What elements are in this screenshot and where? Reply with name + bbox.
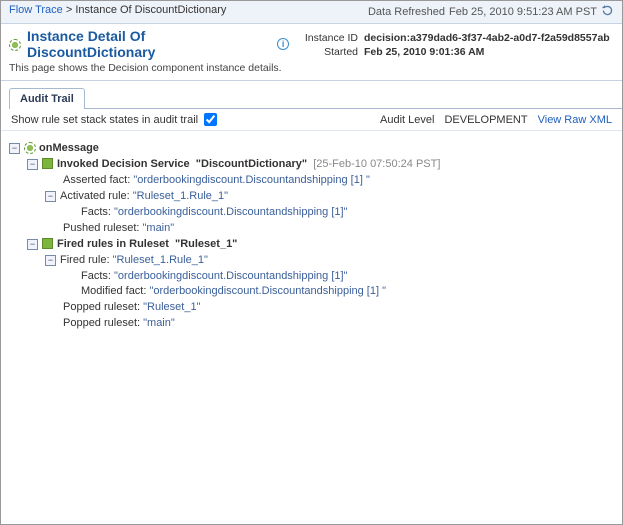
tab-bar: Audit Trail	[9, 87, 622, 109]
page-subtitle: This page shows the Decision component i…	[9, 62, 289, 74]
audit-level-label: Audit Level	[380, 114, 434, 126]
popped-ruleset-value: "main"	[143, 316, 175, 332]
flow-trace-link[interactable]: Flow Trace	[9, 4, 63, 16]
onmessage-node[interactable]: onMessage	[39, 141, 99, 157]
invoked-name: "DiscountDictionary"	[196, 157, 307, 173]
top-bar: Flow Trace > Instance Of DiscountDiction…	[1, 1, 622, 24]
fired-rule-label: Fired rule:	[60, 253, 110, 269]
breadcrumb-current: Instance Of DiscountDictionary	[75, 4, 226, 16]
service-icon	[42, 158, 53, 169]
breadcrumb: Flow Trace > Instance Of DiscountDiction…	[9, 4, 226, 20]
header: Instance Detail Of DiscountDictionary i …	[1, 24, 622, 81]
fired-rules-label: Fired rules in Ruleset	[57, 237, 169, 253]
modified-fact-label: Modified fact:	[81, 284, 146, 300]
asserted-fact-label: Asserted fact:	[63, 173, 130, 189]
popped-ruleset-value: "Ruleset_1"	[143, 300, 200, 316]
invoked-timestamp: [25-Feb-10 07:50:24 PST]	[313, 157, 440, 173]
breadcrumb-sep: >	[66, 4, 72, 16]
page-title: Instance Detail Of DiscountDictionary	[27, 28, 271, 60]
audit-tree: − onMessage − Invoked Decision Service "…	[1, 131, 622, 342]
collapse-icon[interactable]: −	[27, 159, 38, 170]
collapse-icon[interactable]: −	[27, 239, 38, 250]
collapse-icon[interactable]: −	[9, 143, 20, 154]
facts-label: Facts:	[81, 205, 111, 221]
started-value: Feb 25, 2010 9:01:36 AM	[364, 46, 484, 58]
collapse-icon[interactable]: −	[45, 191, 56, 202]
view-raw-xml-link[interactable]: View Raw XML	[538, 114, 612, 126]
gear-icon	[24, 142, 36, 154]
popped-ruleset-label: Popped ruleset:	[63, 300, 140, 316]
activated-rule-label: Activated rule:	[60, 189, 130, 205]
collapse-icon[interactable]: −	[45, 255, 56, 266]
started-label: Started	[289, 46, 364, 58]
pushed-ruleset-value: "main"	[143, 221, 175, 237]
facts-value: "orderbookingdiscount.Discountandshippin…	[114, 269, 347, 285]
invoked-label: Invoked Decision Service	[57, 157, 190, 173]
facts-label: Facts:	[81, 269, 111, 285]
instance-id-label: Instance ID	[289, 32, 364, 44]
instance-id-value: decision:a379dad6-3f37-4ab2-a0d7-f2a59d8…	[364, 32, 610, 44]
audit-level-value: DEVELOPMENT	[444, 114, 527, 126]
fired-rules-name: "Ruleset_1"	[175, 237, 237, 253]
tab-audit-trail[interactable]: Audit Trail	[9, 88, 85, 109]
activated-rule-value: "Ruleset_1.Rule_1"	[133, 189, 228, 205]
asserted-fact-value: "orderbookingdiscount.Discountandshippin…	[133, 173, 370, 189]
show-rule-label: Show rule set stack states in audit trai…	[11, 114, 198, 126]
show-rule-checkbox[interactable]	[204, 113, 217, 126]
modified-fact-value: "orderbookingdiscount.Discountandshippin…	[149, 284, 386, 300]
data-refreshed-value: Feb 25, 2010 9:51:23 AM PST	[449, 6, 597, 18]
audit-subbar: Show rule set stack states in audit trai…	[1, 109, 622, 131]
refresh-icon[interactable]	[601, 4, 614, 20]
facts-value: "orderbookingdiscount.Discountandshippin…	[114, 205, 347, 221]
gear-icon	[9, 39, 21, 51]
popped-ruleset-label: Popped ruleset:	[63, 316, 140, 332]
pushed-ruleset-label: Pushed ruleset:	[63, 221, 139, 237]
data-refreshed-label: Data Refreshed	[368, 6, 445, 18]
ruleset-icon	[42, 238, 53, 249]
info-icon[interactable]: i	[277, 38, 289, 50]
fired-rule-value: "Ruleset_1.Rule_1"	[113, 253, 208, 269]
